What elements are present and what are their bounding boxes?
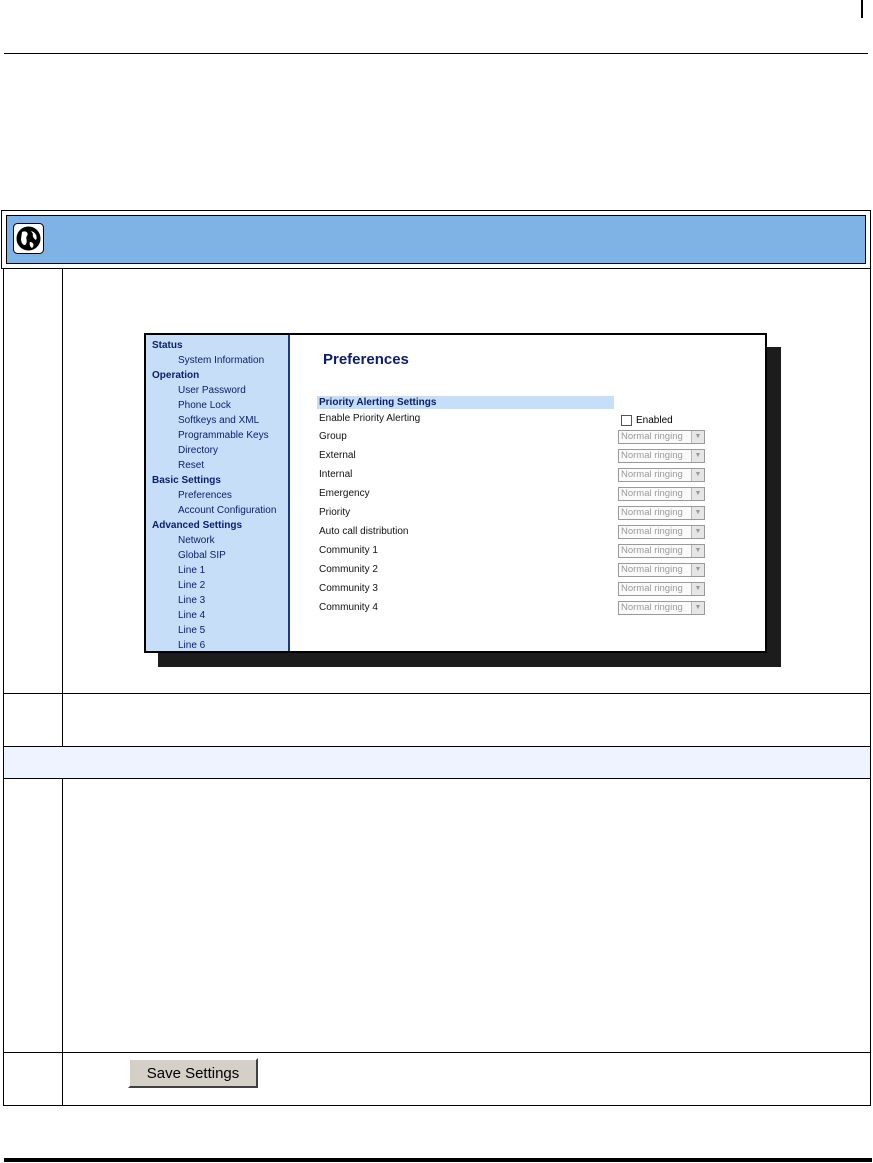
sidebar-item[interactable]: Softkeys and XML <box>146 413 288 428</box>
sidebar-item[interactable]: Directory <box>146 443 288 458</box>
dropdown-arrow-icon[interactable]: ▼ <box>691 431 704 443</box>
column-divider <box>62 778 63 1105</box>
sidebar-item[interactable]: Line 4 <box>146 608 288 623</box>
procedure-banner <box>1 210 871 269</box>
nav-section-heading: Status <box>152 340 183 351</box>
save-settings-button[interactable]: Save Settings <box>128 1058 258 1088</box>
nav-section-heading: Operation <box>152 370 200 381</box>
alert-setting-label: Internal <box>319 469 353 480</box>
ringing-select[interactable]: Normal ringing ▼ <box>618 449 705 463</box>
ringing-select[interactable]: Normal ringing ▼ <box>618 525 705 539</box>
nav-section-heading: Advanced Settings <box>152 520 243 531</box>
ringing-select-value: Normal ringing <box>621 602 683 613</box>
sidebar-item[interactable]: Line 2 <box>146 578 288 593</box>
alert-setting-row: Community 1 Normal ringing ▼ <box>319 543 709 559</box>
enable-priority-checkbox[interactable]: Enabled <box>621 413 673 429</box>
alert-setting-label: External <box>319 450 356 461</box>
sidebar-item[interactable]: User Password <box>146 383 288 398</box>
ringing-select-value: Normal ringing <box>621 583 683 594</box>
sidebar-item[interactable]: Line 1 <box>146 563 288 578</box>
banner-fill <box>6 215 866 264</box>
checkbox-label: Enabled <box>636 415 673 426</box>
page-marker <box>861 0 863 18</box>
dropdown-arrow-icon[interactable]: ▼ <box>691 526 704 538</box>
alert-setting-label: Community 1 <box>319 545 378 556</box>
page-title: Preferences <box>323 351 409 368</box>
ringing-select-value: Normal ringing <box>621 431 683 442</box>
dropdown-arrow-icon[interactable]: ▼ <box>691 583 704 595</box>
ringing-select[interactable]: Normal ringing ▼ <box>618 601 705 615</box>
sidebar-item[interactable]: Account Configuration <box>146 503 288 518</box>
nav-section-heading: Basic Settings <box>152 475 221 486</box>
alert-setting-row: Community 2 Normal ringing ▼ <box>319 562 709 578</box>
ringing-select[interactable]: Normal ringing ▼ <box>618 506 705 520</box>
ringing-select[interactable]: Normal ringing ▼ <box>618 487 705 501</box>
header-rule <box>4 53 868 54</box>
ringing-select-value: Normal ringing <box>621 469 683 480</box>
alert-setting-row: Auto call distribution Normal ringing ▼ <box>319 524 709 540</box>
alert-setting-row: Emergency Normal ringing ▼ <box>319 486 709 502</box>
sidebar-item[interactable]: Global SIP <box>146 548 288 563</box>
sidebar-item[interactable]: System Information <box>146 353 288 368</box>
column-divider <box>62 269 63 746</box>
sidebar-item[interactable]: Line 6 <box>146 638 288 651</box>
alert-setting-row: External Normal ringing ▼ <box>319 448 709 464</box>
sidebar-item[interactable]: Line 3 <box>146 593 288 608</box>
dropdown-arrow-icon[interactable]: ▼ <box>691 545 704 557</box>
dropdown-arrow-icon[interactable]: ▼ <box>691 488 704 500</box>
sidebar-item[interactable]: Reset <box>146 458 288 473</box>
ringing-select[interactable]: Normal ringing ▼ <box>618 468 705 482</box>
section-header: Priority Alerting Settings <box>317 396 614 409</box>
sidebar-item[interactable]: Network <box>146 533 288 548</box>
alert-setting-row: Priority Normal ringing ▼ <box>319 505 709 521</box>
alert-setting-label: Community 3 <box>319 583 378 594</box>
row-divider <box>4 1052 870 1053</box>
alert-setting-label: Community 2 <box>319 564 378 575</box>
ringing-select[interactable]: Normal ringing ▼ <box>618 582 705 596</box>
dropdown-arrow-icon[interactable]: ▼ <box>691 450 704 462</box>
sidebar-item[interactable]: Programmable Keys <box>146 428 288 443</box>
ringing-select-value: Normal ringing <box>621 450 683 461</box>
dropdown-arrow-icon[interactable]: ▼ <box>691 564 704 576</box>
alert-setting-row: Group Normal ringing ▼ <box>319 429 709 445</box>
nav-list: Status System Information Operation User Pa… <box>146 335 288 651</box>
sidebar-item[interactable]: Line 5 <box>146 623 288 638</box>
ringing-select-value: Normal ringing <box>621 526 683 537</box>
checkbox-box[interactable] <box>621 414 632 426</box>
dropdown-arrow-icon[interactable]: ▼ <box>691 507 704 519</box>
globe-icon <box>13 223 44 254</box>
preferences-panel: Preferences Priority Alerting Settings E… <box>290 335 765 651</box>
alert-setting-label: Priority <box>319 507 351 518</box>
enable-priority-row: Enable Priority Alerting Enabled <box>319 411 709 427</box>
row-divider <box>4 778 870 779</box>
section-title: Priority Alerting Settings <box>319 397 437 408</box>
ringing-select-value: Normal ringing <box>621 545 683 556</box>
ringing-select-value: Normal ringing <box>621 488 683 499</box>
sidebar-item[interactable]: Phone Lock <box>146 398 288 413</box>
alert-setting-label: Group <box>319 431 347 442</box>
dropdown-arrow-icon[interactable]: ▼ <box>691 602 704 614</box>
ringing-select-value: Normal ringing <box>621 564 683 575</box>
alert-setting-label: Community 4 <box>319 602 378 613</box>
alert-setting-label: Emergency <box>319 488 370 499</box>
footer-rule <box>4 1158 872 1162</box>
row-divider <box>4 746 870 747</box>
alert-setting-row: Community 3 Normal ringing ▼ <box>319 581 709 597</box>
web-ui-screenshot: Status System Information Operation User Pa… <box>144 333 767 653</box>
ringing-select-value: Normal ringing <box>621 507 683 518</box>
ringing-select[interactable]: Normal ringing ▼ <box>618 563 705 577</box>
dropdown-arrow-icon[interactable]: ▼ <box>691 469 704 481</box>
ringing-select[interactable]: Normal ringing ▼ <box>618 430 705 444</box>
ringing-select[interactable]: Normal ringing ▼ <box>618 544 705 558</box>
row-divider <box>4 693 870 694</box>
sidebar-nav: Status System Information Operation User Pa… <box>146 335 290 651</box>
sidebar-item[interactable]: Preferences <box>146 488 288 503</box>
alert-setting-label: Auto call distribution <box>319 526 409 537</box>
alert-setting-row: Community 4 Normal ringing ▼ <box>319 600 709 616</box>
enable-priority-label: Enable Priority Alerting <box>319 413 421 424</box>
note-row <box>4 746 870 778</box>
alert-setting-row: Internal Normal ringing ▼ <box>319 467 709 483</box>
